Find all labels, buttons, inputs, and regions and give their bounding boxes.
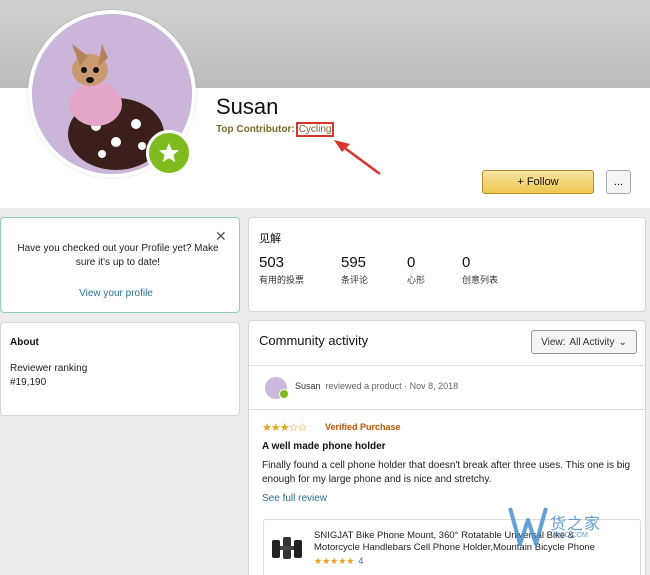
contributor-star-badge [146,130,192,176]
divider [249,365,645,366]
follow-button[interactable]: + Follow [482,170,594,194]
insights-card: 见解 503 有用的投票 595 条评论 0 心形 0 创意列表 [248,217,646,312]
about-title: About [10,337,39,348]
stat-hearts: 0 心形 [407,254,425,286]
insights-title: 见解 [259,233,281,245]
stat-value: 0 [462,254,471,271]
mini-star-badge [279,389,289,399]
stat-idea-lists: 0 创意列表 [462,254,498,286]
more-options-button[interactable]: ... [606,170,631,194]
stat-label: 创意列表 [462,275,499,285]
w2c-logo-icon [508,507,548,546]
profile-prompt-card: ✕ Have you checked out your Profile yet?… [0,217,240,313]
reviewer-ranking-value: #19,190 [10,377,47,388]
top-contributor-label: Top Contributor: [216,124,295,135]
stat-helpful-votes: 503 有用的投票 [259,254,304,286]
activity-user-link[interactable]: Susan [295,381,321,391]
view-profile-link[interactable]: View your profile [1,288,231,299]
phone-mount-image [272,537,302,559]
activity-date: · Nov 8, 2018 [404,381,459,391]
chevron-down-icon: ⌄ [618,336,627,348]
stat-label: 有用的投票 [259,275,305,285]
product-rating-count[interactable]: 4 [358,556,363,566]
view-label: View: [541,336,566,348]
view-value: All Activity [569,336,615,348]
verified-purchase-badge: Verified Purchase [325,422,401,432]
stat-reviews: 595 条评论 [341,254,368,286]
profile-name: Susan [216,94,279,119]
site-watermark: 货之家 W2C.COM [506,500,642,552]
review-body: Finally found a cell phone holder that d… [262,460,631,485]
star-icon [159,143,179,162]
activity-view-dropdown[interactable]: View: All Activity ⌄ [531,330,637,354]
watermark-text: 货之家 [550,516,602,533]
product-rating: ★★★★★ 4 [314,556,363,567]
contributor-topic-link[interactable]: Cycling [295,122,335,137]
activity-line: Susan reviewed a product · Nov 8, 2018 [295,381,458,391]
watermark-sub: W2C.COM [554,532,588,539]
community-activity-title: Community activity [259,333,369,348]
review-title: A well made phone holder [262,441,386,452]
stat-label: 条评论 [341,275,369,285]
top-contributor-line: Top Contributor: Cycling [216,122,335,137]
about-card: About Reviewer ranking #19,190 [0,322,240,416]
annotation-arrow [334,140,381,176]
product-rating-stars: ★★★★★ [314,556,355,566]
see-full-review-link[interactable]: See full review [262,493,327,504]
divider [249,409,645,410]
reviewer-ranking-label: Reviewer ranking [10,363,88,374]
stat-label: 心形 [407,275,426,285]
stat-value: 0 [407,254,416,271]
profile-prompt-text: Have you checked out your Profile yet? M… [17,243,219,268]
review-rating-stars: ★★★☆☆ [262,422,307,434]
activity-action: reviewed a product [325,381,402,391]
stat-value: 503 [259,254,285,271]
stat-value: 595 [341,254,367,271]
